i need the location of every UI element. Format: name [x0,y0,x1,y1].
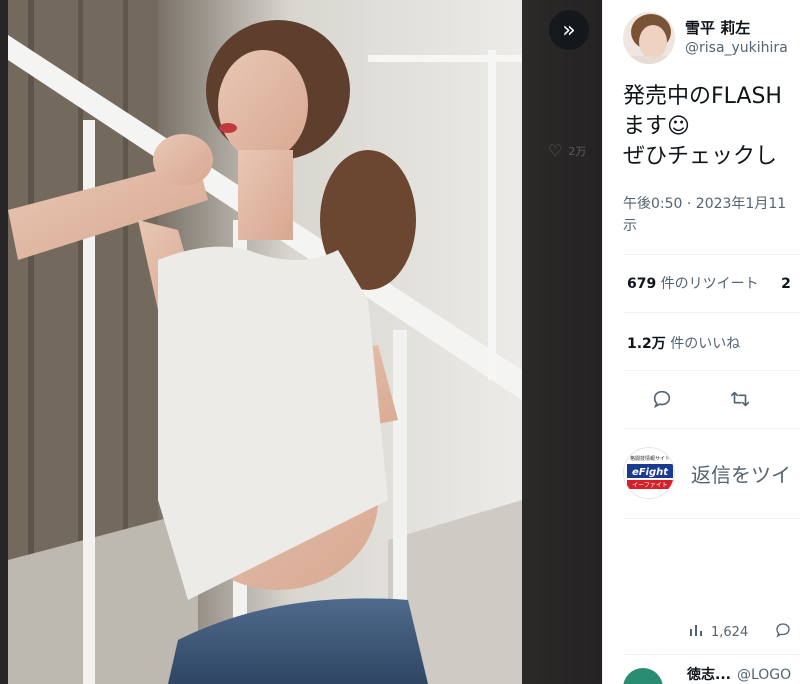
analytics-icon [690,625,702,636]
like-count[interactable]: 1.2万 [627,336,666,352]
divider [623,654,800,655]
next-reply-avatar[interactable] [623,668,663,684]
logo-brand-text: eFight [632,467,669,478]
next-reply-name[interactable]: 徳志... [687,667,731,683]
reply-avatar: 格闘技情報サイト eFight イーファイト [623,447,675,499]
divider [623,428,800,429]
logo-sub-text: イーファイト [632,482,668,489]
author-display-name[interactable]: 雪平 莉左 [685,18,788,38]
tweet-text: 発売中のFLASH ます☺ ぜひチェックし [603,82,800,172]
reply-composer[interactable]: 格闘技情報サイト eFight イーファイト 返信をツイ [603,446,800,500]
timestamp-text[interactable]: 午後0:50 · 2023年1月11 [623,193,800,215]
efight-logo: 格闘技情報サイト eFight イーファイト [624,448,674,498]
tweet-text-line: ぜひチェックし [623,144,778,169]
divider [623,370,800,371]
reply-bubble-icon[interactable] [774,621,792,643]
background-like-label: 2万 [568,144,587,158]
avatar[interactable] [623,12,675,64]
comment-bubble-icon [653,390,671,408]
retweet-count[interactable]: 679 [627,276,656,292]
photo-illustration [8,0,522,684]
tweet-photo[interactable] [8,0,522,684]
viewer-backdrop [522,0,602,684]
tweet-text-line: 発売中のFLASH [623,84,782,109]
media-viewer: » ♡ 2万 [0,0,602,684]
tweet-detail-panel: 雪平 莉左 @risa_yukihira 発売中のFLASH ます☺ ぜひチェッ… [602,0,800,684]
tweet-text-line: ます☺ [623,114,690,139]
next-reply[interactable]: 徳志... @LOGO [603,664,800,684]
reply-icon[interactable] [651,388,673,415]
tweet-author[interactable]: 雪平 莉左 @risa_yukihira [603,10,800,66]
tweet-timestamp[interactable]: 午後0:50 · 2023年1月11 示 [603,193,800,237]
double-chevron-right-icon: » [562,17,576,43]
logo-top-text: 格闘技情報サイト [630,455,670,462]
reply-metrics: 1,624 [603,620,800,644]
expand-panel-button[interactable]: » [549,10,589,50]
divider [623,254,800,255]
retweet-label[interactable]: 件のリツイート [656,276,759,292]
comment-bubble-icon [776,623,790,638]
views-count: 1,624 [711,624,749,640]
views-bars-icon[interactable] [689,623,703,641]
like-label[interactable]: 件のいいね [666,336,740,352]
retweet-icon[interactable] [728,388,752,415]
next-reply-handle[interactable]: @LOGO [737,667,791,683]
background-like-count: ♡ 2万 [548,141,586,160]
retweet-arrows-icon [730,391,750,406]
author-handle[interactable]: @risa_yukihira [685,38,788,58]
divider [623,518,800,519]
like-stats[interactable]: 1.2万 件のいいね [603,332,800,356]
reply-input[interactable]: 返信をツイ [691,459,791,488]
avatar-image [623,12,675,64]
retweet-stats[interactable]: 679 件のリツイート 2 [603,272,800,296]
quote-count[interactable]: 2 [781,276,791,292]
divider [623,312,800,313]
heart-icon: ♡ [548,141,563,160]
timestamp-text-continued: 示 [623,218,637,234]
tweet-actions [603,384,800,418]
